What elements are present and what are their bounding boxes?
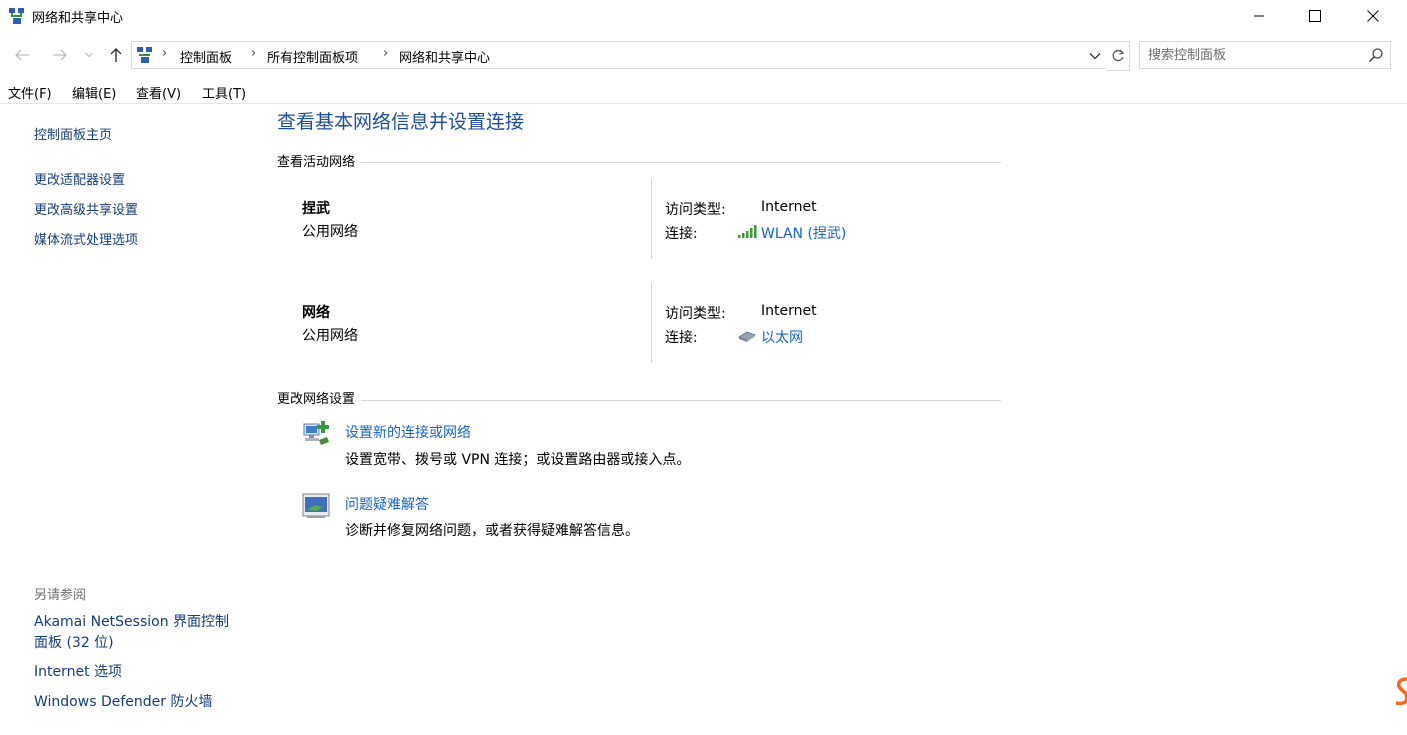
sidebar-link-media-streaming[interactable]: 媒体流式处理选项 xyxy=(34,229,138,248)
recent-locations-button[interactable] xyxy=(81,44,97,66)
chevron-down-icon xyxy=(85,52,93,58)
see-also-akamai-line2[interactable]: 面板 (32 位) xyxy=(34,633,114,654)
title-bar: 网络和共享中心 xyxy=(0,0,1407,32)
back-button[interactable] xyxy=(11,44,33,66)
breadcrumb-all-items[interactable]: 所有控制面板项 xyxy=(267,47,358,66)
see-also-akamai[interactable]: Akamai NetSession 界面控制 xyxy=(34,612,229,633)
network-center-icon xyxy=(9,8,24,24)
breadcrumb-separator[interactable]: › xyxy=(383,46,388,61)
network-name: 捏武 xyxy=(302,201,330,217)
search-box[interactable] xyxy=(1139,41,1391,69)
troubleshoot-icon xyxy=(302,493,330,518)
up-button[interactable] xyxy=(105,44,127,66)
sidebar-link-control-panel-home[interactable]: 控制面板主页 xyxy=(34,124,112,143)
chevron-down-icon xyxy=(1089,53,1101,60)
wifi-signal-icon xyxy=(738,225,757,238)
menu-view[interactable]: 查看(V) xyxy=(136,83,181,102)
see-also-internet-options[interactable]: Internet 选项 xyxy=(34,662,122,683)
troubleshoot-description: 诊断并修复网络问题，或者获得疑难解答信息。 xyxy=(345,523,639,539)
see-also-heading: 另请参阅 xyxy=(34,588,87,603)
up-arrow-icon xyxy=(110,48,122,62)
connection-link-ethernet[interactable]: 以太网 xyxy=(761,327,803,347)
divider xyxy=(651,179,652,259)
window-title: 网络和共享中心 xyxy=(32,11,124,26)
maximize-button[interactable] xyxy=(1292,0,1338,32)
forward-arrow-icon xyxy=(53,49,67,61)
connection-link-wlan[interactable]: WLAN (捏武) xyxy=(761,223,846,243)
connection-label: 连接: xyxy=(665,330,698,346)
maximize-icon xyxy=(1309,10,1321,22)
forward-button[interactable] xyxy=(49,44,71,66)
ethernet-icon xyxy=(738,331,756,342)
close-button[interactable] xyxy=(1350,0,1396,32)
menu-bar: 文件(F) 编辑(E) 查看(V) 工具(T) xyxy=(0,80,1407,104)
menu-tools[interactable]: 工具(T) xyxy=(202,83,246,102)
address-bar[interactable]: › 控制面板 › 所有控制面板项 › 网络和共享中心 xyxy=(131,41,1107,69)
access-type-label: 访问类型: xyxy=(665,202,726,218)
refresh-icon xyxy=(1112,49,1124,62)
see-also-defender-firewall[interactable]: Windows Defender 防火墙 xyxy=(34,692,212,713)
network-category[interactable]: 公用网络 xyxy=(302,221,358,241)
minimize-icon xyxy=(1254,15,1264,17)
new-connection-icon xyxy=(303,421,329,445)
breadcrumb-separator[interactable]: › xyxy=(251,46,256,61)
connection-label: 连接: xyxy=(665,226,698,242)
menu-file[interactable]: 文件(F) xyxy=(8,83,52,102)
breadcrumb-separator[interactable]: › xyxy=(162,46,167,61)
breadcrumb-network-center[interactable]: 网络和共享中心 xyxy=(399,47,490,66)
access-type-label: 访问类型: xyxy=(665,306,726,322)
troubleshoot-link[interactable]: 问题疑难解答 xyxy=(345,494,429,514)
search-icon[interactable] xyxy=(1368,47,1384,63)
divider xyxy=(651,283,652,363)
back-arrow-icon xyxy=(15,49,29,61)
access-type-value: Internet xyxy=(761,199,817,215)
divider xyxy=(277,400,1001,401)
menu-edit[interactable]: 编辑(E) xyxy=(72,83,116,102)
setup-connection-description: 设置宽带、拨号或 VPN 连接；或设置路由器或接入点。 xyxy=(345,452,691,468)
close-icon xyxy=(1367,10,1379,22)
network-name: 网络 xyxy=(302,305,330,321)
search-input[interactable] xyxy=(1148,46,1358,64)
address-dropdown-button[interactable] xyxy=(1086,45,1104,67)
sidebar-link-adapter-settings[interactable]: 更改适配器设置 xyxy=(34,169,125,188)
change-settings-heading: 更改网络设置 xyxy=(277,388,362,407)
network-category[interactable]: 公用网络 xyxy=(302,325,358,345)
sidebar-link-advanced-sharing[interactable]: 更改高级共享设置 xyxy=(34,199,138,218)
active-networks-heading: 查看活动网络 xyxy=(277,151,362,170)
access-type-value: Internet xyxy=(761,303,817,319)
minimize-button[interactable] xyxy=(1236,0,1282,32)
control-panel-icon xyxy=(137,47,152,63)
breadcrumb-control-panel[interactable]: 控制面板 xyxy=(180,47,232,66)
divider xyxy=(277,162,1001,163)
refresh-button[interactable] xyxy=(1106,41,1130,71)
app-edge-icon xyxy=(1395,677,1407,706)
setup-connection-link[interactable]: 设置新的连接或网络 xyxy=(345,422,471,442)
page-title: 查看基本网络信息并设置连接 xyxy=(277,111,525,133)
